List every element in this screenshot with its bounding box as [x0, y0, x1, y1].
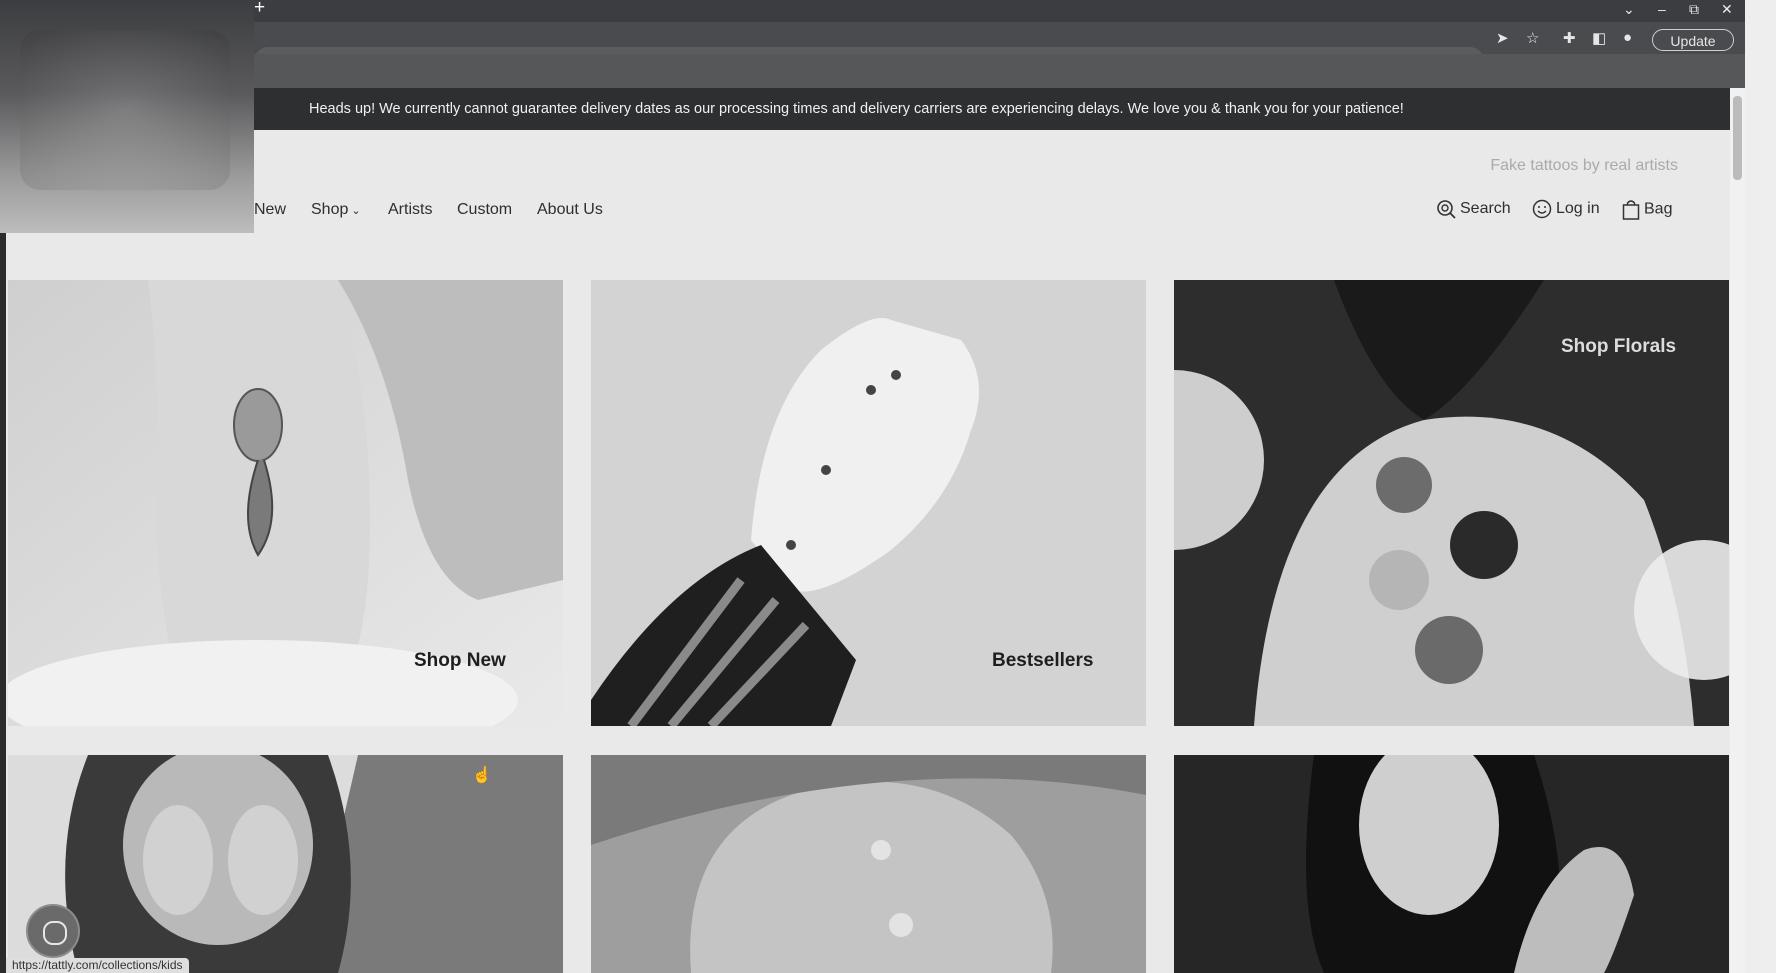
bag-label: Bag [1644, 200, 1673, 218]
bookmarks-bar [0, 54, 1745, 88]
profile-icon[interactable]: ● [1623, 29, 1632, 46]
tile-kids-image [8, 755, 563, 973]
blurred-overlay [0, 0, 254, 233]
send-icon[interactable]: ➤ [1496, 29, 1509, 47]
tile-shop-new[interactable]: Shop New [8, 280, 563, 726]
update-button[interactable]: Update [1652, 29, 1734, 51]
login-link[interactable]: Log in [1532, 199, 1600, 219]
browser-tabstrip: + ⌄ – ⧉ ✕ [0, 0, 1745, 22]
tile-kids[interactable] [8, 755, 563, 973]
tile-portrait-image [1174, 755, 1729, 973]
extensions-icon[interactable]: ✚ [1563, 29, 1576, 47]
tile-face-image [591, 755, 1146, 973]
close-icon[interactable]: ✕ [1721, 1, 1733, 18]
search-icon [1437, 200, 1456, 219]
tile-shop-florals[interactable]: Shop Florals [1174, 280, 1729, 726]
search-label: Search [1460, 200, 1511, 218]
accessibility-widget-button[interactable] [26, 904, 80, 958]
site-tagline: Fake tattoos by real artists [1490, 157, 1678, 174]
scrollbar-thumb[interactable] [1733, 96, 1742, 180]
smiley-icon [1532, 199, 1552, 219]
tile-label-shop-new: Shop New [414, 650, 506, 671]
login-label: Log in [1556, 200, 1600, 218]
bag-link[interactable]: Bag [1622, 199, 1672, 220]
sidepanel-icon[interactable]: ◧ [1592, 29, 1606, 47]
nav-new[interactable]: New [254, 201, 286, 219]
hand-cursor-icon: ☝ [472, 767, 492, 784]
tile-label-shop-florals: Shop Florals [1561, 336, 1677, 357]
search-link[interactable]: Search [1436, 199, 1511, 219]
bag-icon [1622, 200, 1640, 220]
tile-label-bestsellers: Bestsellers [992, 650, 1094, 671]
announcement-text: Heads up! We currently cannot guarantee … [309, 101, 1404, 117]
browser-toolbar [0, 22, 1745, 75]
new-tab-button[interactable]: + [254, 0, 265, 19]
nav-artists[interactable]: Artists [388, 201, 432, 219]
nav-shop-label: Shop [311, 201, 349, 218]
tile-face[interactable] [591, 755, 1146, 973]
announcement-bar: Heads up! We currently cannot guarantee … [254, 88, 1730, 130]
nav-shop[interactable]: Shop ⌄ [311, 201, 361, 219]
nav-about[interactable]: About Us [537, 201, 603, 219]
tile-portrait[interactable] [1174, 755, 1729, 973]
star-icon[interactable]: ☆ [1526, 29, 1539, 47]
page-scrollbar[interactable] [1730, 88, 1745, 973]
tile-bestsellers[interactable]: Bestsellers [591, 280, 1146, 726]
tab-search-icon[interactable]: ⌄ [1623, 1, 1635, 18]
window-edge [1745, 0, 1776, 973]
status-bar-url: https://tattly.com/collections/kids [6, 958, 189, 973]
restore-icon[interactable]: ⧉ [1689, 1, 1699, 18]
minimize-icon[interactable]: – [1658, 1, 1666, 17]
nav-custom[interactable]: Custom [457, 201, 512, 219]
chevron-down-icon: ⌄ [351, 205, 361, 217]
